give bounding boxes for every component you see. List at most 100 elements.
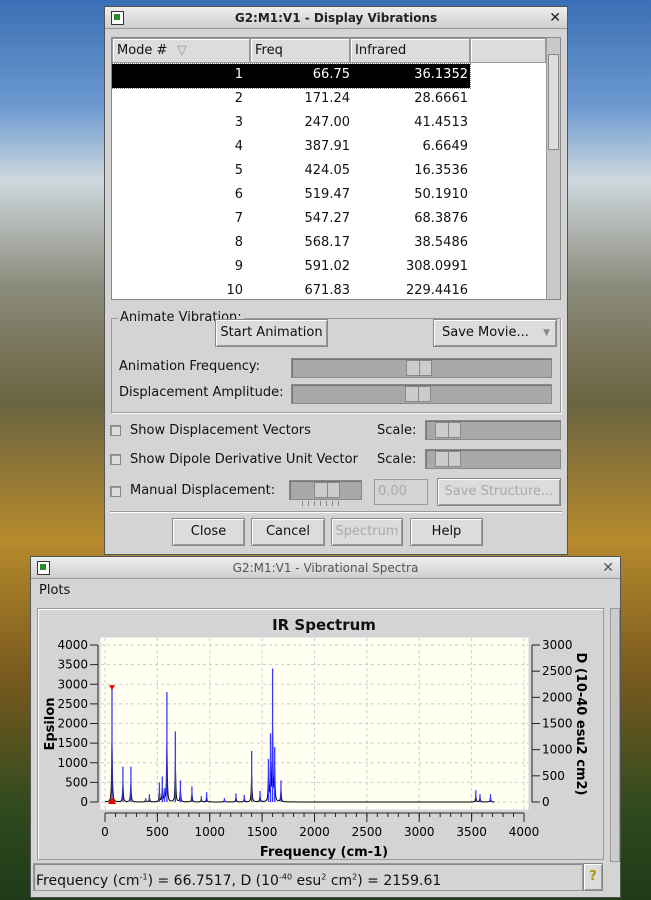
y2-tick-label: 2000 (542, 690, 573, 704)
x-tick-label: 4000 (509, 825, 540, 839)
y-tick-label: 3000 (57, 677, 88, 691)
y2-tick-label: 500 (542, 769, 565, 783)
y2-tick-label: 2500 (542, 664, 573, 678)
y2-tick-label: 1500 (542, 717, 573, 731)
cell-ir: 50.1910 (414, 187, 468, 202)
close-icon[interactable]: ✕ (549, 7, 561, 29)
cell-freq: 547.27 (304, 211, 351, 226)
column-header-mode[interactable]: Mode # ▽ (112, 38, 250, 63)
show-dipole-label: Show Dipole Derivative Unit Vector (130, 452, 358, 467)
table-scrollbar[interactable] (546, 38, 560, 299)
slider-thumb[interactable] (435, 451, 461, 467)
slider-thumb[interactable] (314, 482, 340, 498)
column-header-empty (470, 38, 546, 63)
cell-freq: 671.83 (304, 283, 351, 298)
x-tick-label: 3000 (404, 825, 435, 839)
table-row[interactable]: 9 591.02 308.0991 (112, 256, 470, 280)
save-movie-button[interactable]: Save Movie... ▼ (433, 319, 557, 347)
start-animation-button[interactable]: Start Animation (215, 319, 328, 347)
ir-spectrum-chart[interactable]: IR Spectrum 0 500 1000 1500 2000 2500 3000 3500 4… (36, 608, 613, 860)
cell-ir: 229.4416 (405, 283, 468, 298)
slider-ticks (302, 501, 344, 506)
show-displacement-vectors-label: Show Displacement Vectors (130, 423, 311, 438)
y-tick-label: 4000 (57, 638, 88, 652)
cancel-button[interactable]: Cancel (251, 518, 325, 546)
x-tick-label: 0 (101, 825, 109, 839)
cell-freq: 424.05 (304, 163, 351, 178)
y-tick-label: 1000 (57, 756, 88, 770)
divider (110, 511, 562, 513)
header-label: Mode # (117, 43, 168, 58)
close-icon[interactable]: ✕ (602, 557, 614, 579)
cell-freq: 568.17 (304, 235, 351, 250)
x-tick-label: 1500 (247, 825, 278, 839)
dropdown-arrow-icon: ▼ (543, 328, 550, 338)
close-button[interactable]: Close (172, 518, 245, 546)
cell-ir: 38.5486 (414, 235, 468, 250)
cell-mode: 3 (234, 115, 243, 130)
cell-ir: 6.6649 (422, 139, 469, 154)
cell-freq: 591.02 (304, 259, 351, 274)
column-header-infrared[interactable]: Infrared (350, 38, 470, 63)
table-row[interactable]: 1 66.75 36.1352 (111, 63, 471, 89)
manual-value-field[interactable]: 0.00 (374, 479, 428, 505)
help-button[interactable]: Help (410, 518, 483, 546)
table-row[interactable]: 3 247.00 41.4513 (112, 112, 470, 136)
status-bar: Frequency (cm-1) = 66.7517, D (10-40 esu… (33, 863, 583, 891)
cell-freq: 247.00 (304, 115, 351, 130)
title-bar[interactable]: G2:M1:V1 - Display Vibrations ✕ (105, 7, 567, 29)
menu-plots[interactable]: Plots (39, 583, 70, 598)
status-text: Frequency (cm-1) = 66.7517, D (10-40 esu… (36, 872, 442, 889)
table-row[interactable]: 6 519.47 50.1910 (112, 184, 470, 208)
show-dipole-checkbox[interactable] (110, 454, 121, 465)
slider-thumb[interactable] (405, 386, 431, 402)
title-bar[interactable]: G2:M1:V1 - Vibrational Spectra ✕ (31, 557, 620, 579)
table-row[interactable]: 5 424.05 16.3536 (112, 160, 470, 184)
table-row[interactable]: 4 387.91 6.6649 (112, 136, 470, 160)
slider-thumb[interactable] (435, 422, 461, 438)
chart-title: IR Spectrum (272, 616, 376, 634)
dipole-scale-slider[interactable] (425, 449, 561, 469)
slider-thumb[interactable] (406, 360, 432, 376)
manual-displacement-checkbox[interactable] (110, 486, 121, 497)
x-tick-label: 1000 (194, 825, 225, 839)
x-tick-label: 500 (146, 825, 169, 839)
spectrum-button[interactable]: Spectrum (331, 518, 403, 546)
help-question-button[interactable]: ? (583, 863, 603, 891)
y-tick-label: 500 (65, 775, 88, 789)
cell-mode: 8 (234, 235, 243, 250)
window-title: G2:M1:V1 - Vibrational Spectra (232, 561, 419, 575)
y-tick-label: 3500 (57, 658, 88, 672)
save-structure-button[interactable]: Save Structure... (437, 478, 561, 506)
displacement-amplitude-slider[interactable] (291, 384, 552, 404)
manual-displacement-slider[interactable] (289, 480, 362, 500)
table-row[interactable]: 7 547.27 68.3876 (112, 208, 470, 232)
table-row[interactable]: 2 171.24 28.6661 (112, 88, 470, 112)
cell-mode: 10 (226, 283, 243, 298)
column-header-freq[interactable]: Freq (250, 38, 350, 63)
cell-ir: 28.6661 (414, 91, 468, 106)
cell-freq: 66.75 (312, 67, 350, 82)
cell-freq: 519.47 (304, 187, 351, 202)
animation-frequency-slider[interactable] (291, 358, 552, 378)
app-icon (37, 561, 50, 575)
y-tick-label: 0 (80, 795, 88, 809)
cell-mode: 9 (234, 259, 243, 274)
cell-ir: 308.0991 (405, 259, 468, 274)
scroll-thumb[interactable] (548, 54, 559, 150)
cell-ir: 68.3876 (414, 211, 468, 226)
scale-label: Scale: (377, 423, 417, 438)
x-axis-label: Frequency (cm-1) (260, 845, 388, 860)
table-row[interactable]: 10 671.83 229.4416 (112, 280, 470, 304)
displacement-amplitude-label: Displacement Amplitude: (119, 385, 284, 400)
window-title: G2:M1:V1 - Display Vibrations (234, 11, 438, 25)
show-displacement-vectors-checkbox[interactable] (110, 425, 121, 436)
displacement-scale-slider[interactable] (425, 420, 561, 440)
table-row[interactable]: 8 568.17 38.5486 (112, 232, 470, 256)
cell-freq: 171.24 (304, 91, 351, 106)
cell-mode: 2 (234, 91, 243, 106)
animation-frequency-label: Animation Frequency: (119, 359, 261, 374)
save-movie-label: Save Movie... (442, 325, 529, 340)
cell-mode: 4 (234, 139, 243, 154)
y-tick-label: 2000 (57, 717, 88, 731)
